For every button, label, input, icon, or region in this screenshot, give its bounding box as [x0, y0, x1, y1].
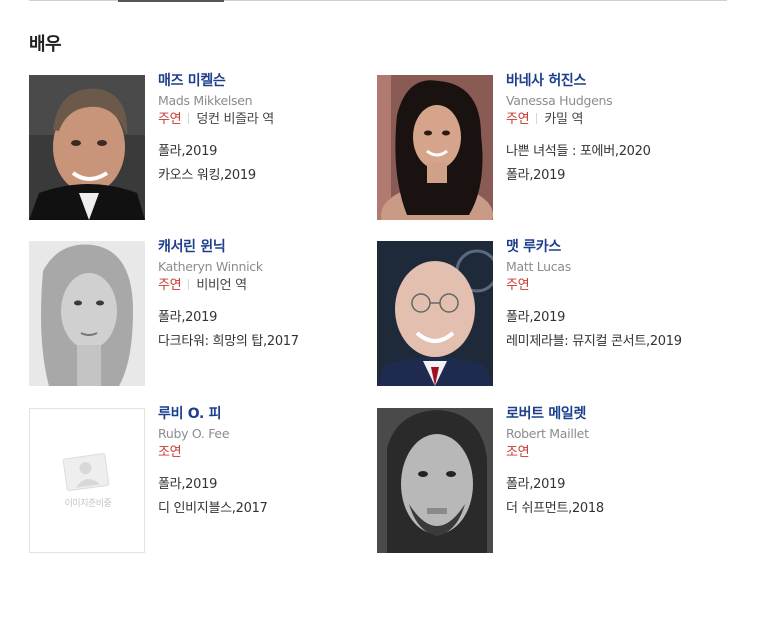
- cast-card: 바네사 허진스 Vanessa Hudgens 주연 카밀 역 나쁜 녀석들 : …: [377, 73, 707, 221]
- character-name: 비비언 역: [196, 278, 247, 293]
- filmography-item[interactable]: 폴라,2019: [158, 309, 368, 327]
- actor-name-english: Katheryn Winnick: [158, 259, 263, 274]
- filmography-item[interactable]: 폴라,2019: [158, 143, 368, 161]
- divider: [536, 113, 538, 124]
- character-name: 덩컨 비즐라 역: [196, 112, 274, 127]
- role-type: 주연: [158, 278, 182, 293]
- actor-name-english: Ruby O. Fee: [158, 426, 230, 441]
- actor-photo-image: [377, 408, 493, 553]
- role-line: 조연: [506, 444, 716, 462]
- role-type: 조연: [506, 445, 530, 460]
- cast-card: 로버트 메일렛 Robert Maillet 조연 폴라,2019 더 쉬프먼트…: [377, 406, 707, 554]
- role-line: 주연 덩컨 비즐라 역: [158, 111, 368, 129]
- filmography: 폴라,2019 레미제라블: 뮤지컬 콘서트,2019: [506, 309, 716, 351]
- cast-card: 맷 루카스 Matt Lucas 주연 폴라,2019 레미제라블: 뮤지컬 콘…: [377, 239, 707, 387]
- cast-list: 매즈 미켈슨 Mads Mikkelsen 주연 덩컨 비즐라 역 폴라,2019…: [29, 73, 729, 565]
- actor-photo-image: [29, 75, 145, 220]
- actor-photo[interactable]: [29, 75, 145, 220]
- image-placeholder-icon: [62, 453, 110, 492]
- filmography-item[interactable]: 폴라,2019: [506, 309, 716, 327]
- actor-name-korean[interactable]: 로버트 메일렛: [506, 405, 716, 423]
- filmography: 폴라,2019 디 인비지블스,2017: [158, 476, 368, 518]
- actor-name-korean[interactable]: 맷 루카스: [506, 238, 716, 256]
- section-title: 배우: [29, 34, 62, 55]
- actor-name-english: Mads Mikkelsen: [158, 93, 253, 108]
- actor-name-korean[interactable]: 바네사 허진스: [506, 72, 716, 90]
- filmography: 폴라,2019 더 쉬프먼트,2018: [506, 476, 716, 518]
- actor-info: 캐서린 윈닉 Katheryn Winnick 주연 비비언 역 폴라,2019 …: [158, 238, 368, 357]
- filmography-item[interactable]: 레미제라블: 뮤지컬 콘서트,2019: [506, 333, 716, 351]
- actor-photo[interactable]: [377, 75, 493, 220]
- actor-name-english: Matt Lucas: [506, 259, 571, 274]
- filmography-item[interactable]: 카오스 워킹,2019: [158, 167, 368, 185]
- filmography-item[interactable]: 폴라,2019: [158, 476, 368, 494]
- divider: [188, 113, 190, 124]
- actor-info: 매즈 미켈슨 Mads Mikkelsen 주연 덩컨 비즐라 역 폴라,2019…: [158, 72, 368, 191]
- actor-name-korean[interactable]: 매즈 미켈슨: [158, 72, 368, 90]
- cast-card: 캐서린 윈닉 Katheryn Winnick 주연 비비언 역 폴라,2019 …: [29, 239, 359, 387]
- placeholder-text: 이미지준비중: [64, 499, 112, 509]
- filmography: 나쁜 녀석들 : 포에버,2020 폴라,2019: [506, 143, 716, 185]
- filmography-item[interactable]: 폴라,2019: [506, 476, 716, 494]
- role-line: 주연 카밀 역: [506, 111, 716, 129]
- actor-info: 바네사 허진스 Vanessa Hudgens 주연 카밀 역 나쁜 녀석들 : …: [506, 72, 716, 191]
- role-type: 조연: [158, 445, 182, 460]
- cast-card: 이미지준비중 루비 O. 피 Ruby O. Fee 조연 폴라,2019 디 …: [29, 406, 359, 554]
- actor-name-english: Robert Maillet: [506, 426, 589, 441]
- filmography-item[interactable]: 더 쉬프먼트,2018: [506, 500, 716, 518]
- actor-info: 루비 O. 피 Ruby O. Fee 조연 폴라,2019 디 인비지블스,2…: [158, 405, 368, 524]
- actor-name-korean[interactable]: 루비 O. 피: [158, 405, 368, 423]
- actor-info: 로버트 메일렛 Robert Maillet 조연 폴라,2019 더 쉬프먼트…: [506, 405, 716, 524]
- actor-photo-image: [377, 241, 493, 386]
- actor-photo[interactable]: [377, 241, 493, 386]
- actor-photo[interactable]: [377, 408, 493, 553]
- divider: [188, 279, 190, 290]
- actor-photo[interactable]: [29, 241, 145, 386]
- filmography-item[interactable]: 디 인비지블스,2017: [158, 500, 368, 518]
- role-type: 주연: [158, 112, 182, 127]
- actor-photo-placeholder[interactable]: 이미지준비중: [29, 408, 145, 553]
- role-line: 주연 비비언 역: [158, 277, 368, 295]
- filmography-item[interactable]: 다크타워: 희망의 탑,2017: [158, 333, 368, 351]
- active-tab-indicator: [118, 0, 224, 2]
- character-name: 카밀 역: [544, 112, 584, 127]
- filmography: 폴라,2019 카오스 워킹,2019: [158, 143, 368, 185]
- filmography-item[interactable]: 폴라,2019: [506, 167, 716, 185]
- role-line: 주연: [506, 277, 716, 295]
- role-type: 주연: [506, 278, 530, 293]
- role-line: 조연: [158, 444, 368, 462]
- actor-photo-image: [377, 75, 493, 220]
- actor-info: 맷 루카스 Matt Lucas 주연 폴라,2019 레미제라블: 뮤지컬 콘…: [506, 238, 716, 357]
- actor-photo-image: [29, 241, 145, 386]
- cast-card: 매즈 미켈슨 Mads Mikkelsen 주연 덩컨 비즐라 역 폴라,2019…: [29, 73, 359, 221]
- role-type: 주연: [506, 112, 530, 127]
- filmography: 폴라,2019 다크타워: 희망의 탑,2017: [158, 309, 368, 351]
- actor-name-english: Vanessa Hudgens: [506, 93, 613, 108]
- actor-name-korean[interactable]: 캐서린 윈닉: [158, 238, 368, 256]
- filmography-item[interactable]: 나쁜 녀석들 : 포에버,2020: [506, 143, 716, 161]
